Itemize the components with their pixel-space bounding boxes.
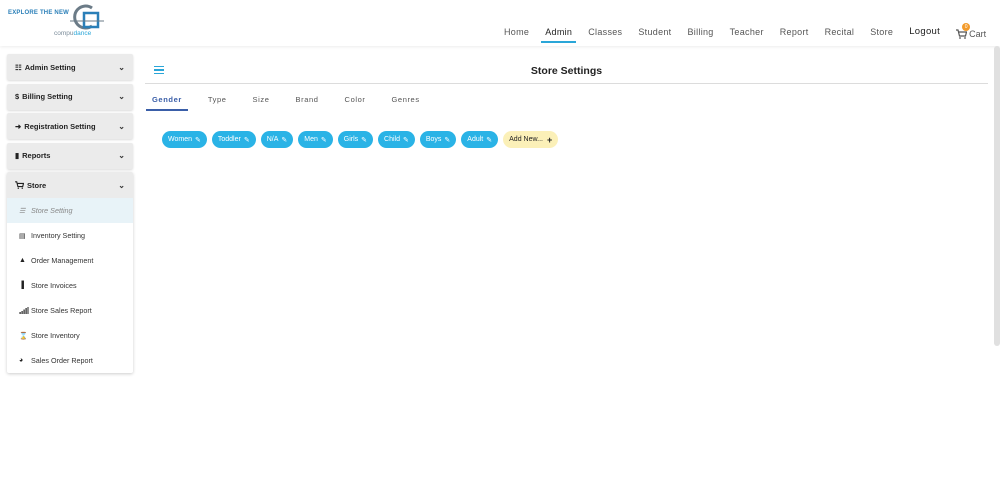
tab-color[interactable]: Color <box>345 92 366 107</box>
tab-brand[interactable]: Brand <box>296 92 319 107</box>
list-icon: ☷ <box>15 62 22 72</box>
sidebar-item-label: Store Inventory <box>31 331 80 340</box>
tab-type[interactable]: Type <box>208 92 227 107</box>
pencil-icon[interactable]: ✎ <box>403 136 409 144</box>
sidebar-section-registration-setting[interactable]: ➜ Registration Setting ⌄ <box>7 113 133 139</box>
sidebar-section-store[interactable]: Store ⌄ <box>7 172 133 198</box>
gender-chip[interactable]: N/A ✎ <box>260 131 294 148</box>
sidebar-item-inventory-setting[interactable]: ▤ Inventory Setting <box>7 223 133 248</box>
pencil-icon[interactable]: ✎ <box>444 136 450 144</box>
cart-label: Cart <box>969 29 987 39</box>
sidebar-item-label: Store Invoices <box>31 281 77 290</box>
sidebar-item-label: Sales Order Report <box>31 356 93 365</box>
sidebar: ☷ Admin Setting ⌄ $ Billing Setting ⌄ ➜ Reg… <box>7 54 133 373</box>
sidebar-section-label: Store <box>27 180 47 190</box>
nav-recital[interactable]: Recital <box>825 26 855 42</box>
nav-billing[interactable]: Billing <box>688 26 714 42</box>
chevron-down-icon: ⌄ <box>118 92 125 101</box>
sidebar-section-label: Registration Setting <box>24 121 96 131</box>
sidebar-item-store-sales-report[interactable]: Store Sales Report <box>7 298 133 323</box>
settings-tabs: Gender Type Size Brand Color Genres <box>146 92 446 111</box>
logout-link[interactable]: Logout <box>909 26 940 42</box>
compudance-logo[interactable]: EXPLORE THE NEW compudance <box>8 4 108 40</box>
list-ul-icon: ☰ <box>19 207 26 215</box>
pie-chart-icon: ◕ <box>19 357 24 364</box>
file-icon: ▐ <box>19 282 24 289</box>
logo-subtext: compudance <box>54 30 92 37</box>
gender-chip[interactable]: Girls ✎ <box>337 131 374 148</box>
pencil-icon[interactable]: ✎ <box>195 136 201 144</box>
sidebar-item-store-invoices[interactable]: ▐ Store Invoices <box>7 273 133 298</box>
dollar-icon: $ <box>15 92 20 101</box>
gender-chip[interactable]: Men ✎ <box>298 131 333 148</box>
page-scrollbar[interactable] <box>994 46 1000 346</box>
sign-in-icon: ➜ <box>15 121 22 131</box>
sidebar-item-label: Order Management <box>31 256 94 265</box>
sidebar-store-panel: Store ⌄ ☰ Store Setting ▤ Inventory Sett… <box>7 172 133 373</box>
pencil-icon[interactable]: ✎ <box>486 136 492 144</box>
gender-chip[interactable]: Boys ✎ <box>419 131 457 148</box>
cart-icon <box>15 181 24 189</box>
chevron-down-icon: ⌄ <box>118 121 125 131</box>
sidebar-section-reports[interactable]: ▮ Reports ⌄ <box>7 142 133 169</box>
sidebar-item-order-management[interactable]: ▲ Order Management <box>7 248 133 273</box>
warehouse-icon: ▤ <box>19 232 26 240</box>
logo-mark-icon <box>70 4 104 30</box>
logo-tagline: EXPLORE THE NEW <box>8 10 70 16</box>
chevron-down-icon: ⌄ <box>118 180 125 190</box>
nav-student[interactable]: Student <box>638 26 671 42</box>
signal-icon <box>19 307 29 314</box>
main-nav: Home Admin Classes Student Billing Teach… <box>504 23 987 43</box>
nav-home[interactable]: Home <box>504 26 529 42</box>
nav-store[interactable]: Store <box>870 26 893 42</box>
add-new-button[interactable]: Add New... + <box>503 131 559 148</box>
nav-teacher[interactable]: Teacher <box>730 26 764 42</box>
gender-chip[interactable]: Women ✎ <box>162 131 207 148</box>
gender-chip-list: Women ✎ Toddler ✎ N/A ✎ Men ✎ Girls ✎ Child ✎ … <box>162 131 563 148</box>
sidebar-section-billing-setting[interactable]: $ Billing Setting ⌄ <box>7 83 133 110</box>
top-navbar: EXPLORE THE NEW compudance Home Admin Cl… <box>0 0 1000 46</box>
nav-admin[interactable]: Admin <box>541 26 577 43</box>
pencil-icon[interactable]: ✎ <box>361 136 367 144</box>
page-title: Store Settings <box>530 65 603 77</box>
gender-chip[interactable]: Adult ✎ <box>461 131 499 148</box>
sidebar-item-label: Store Sales Report <box>31 306 92 315</box>
sidebar-section-label: Reports <box>22 151 51 160</box>
hourglass-icon: ⌛ <box>19 332 28 340</box>
sidebar-item-sales-order-report[interactable]: ◕ Sales Order Report <box>7 348 133 373</box>
pencil-icon[interactable]: ✎ <box>321 136 327 144</box>
sidebar-section-label: Billing Setting <box>22 92 73 101</box>
chevron-down-icon: ⌄ <box>118 151 125 160</box>
plus-icon: + <box>547 134 553 145</box>
bag-icon: ▲ <box>19 257 26 264</box>
tab-genres[interactable]: Genres <box>391 92 419 107</box>
gender-chip[interactable]: Child ✎ <box>378 131 415 148</box>
cart-link[interactable]: 0 Cart <box>956 23 987 39</box>
sidebar-item-label: Inventory Setting <box>31 231 85 240</box>
sidebar-item-label: Store Setting <box>31 206 73 215</box>
nav-classes[interactable]: Classes <box>588 26 622 42</box>
sidebar-section-label: Admin Setting <box>24 62 76 72</box>
title-divider <box>145 83 988 84</box>
chevron-down-icon: ⌄ <box>118 62 125 72</box>
sidebar-item-store-inventory[interactable]: ⌛ Store Inventory <box>7 323 133 348</box>
pencil-icon[interactable]: ✎ <box>281 136 287 144</box>
sidebar-section-admin-setting[interactable]: ☷ Admin Setting ⌄ <box>7 54 133 80</box>
bar-chart-icon: ▮ <box>15 151 20 160</box>
sidebar-item-store-setting[interactable]: ☰ Store Setting <box>7 198 133 223</box>
nav-report[interactable]: Report <box>780 26 809 42</box>
tab-gender[interactable]: Gender <box>146 92 188 111</box>
pencil-icon[interactable]: ✎ <box>244 136 250 144</box>
gender-chip[interactable]: Toddler ✎ <box>211 131 256 148</box>
tab-size[interactable]: Size <box>253 92 270 107</box>
